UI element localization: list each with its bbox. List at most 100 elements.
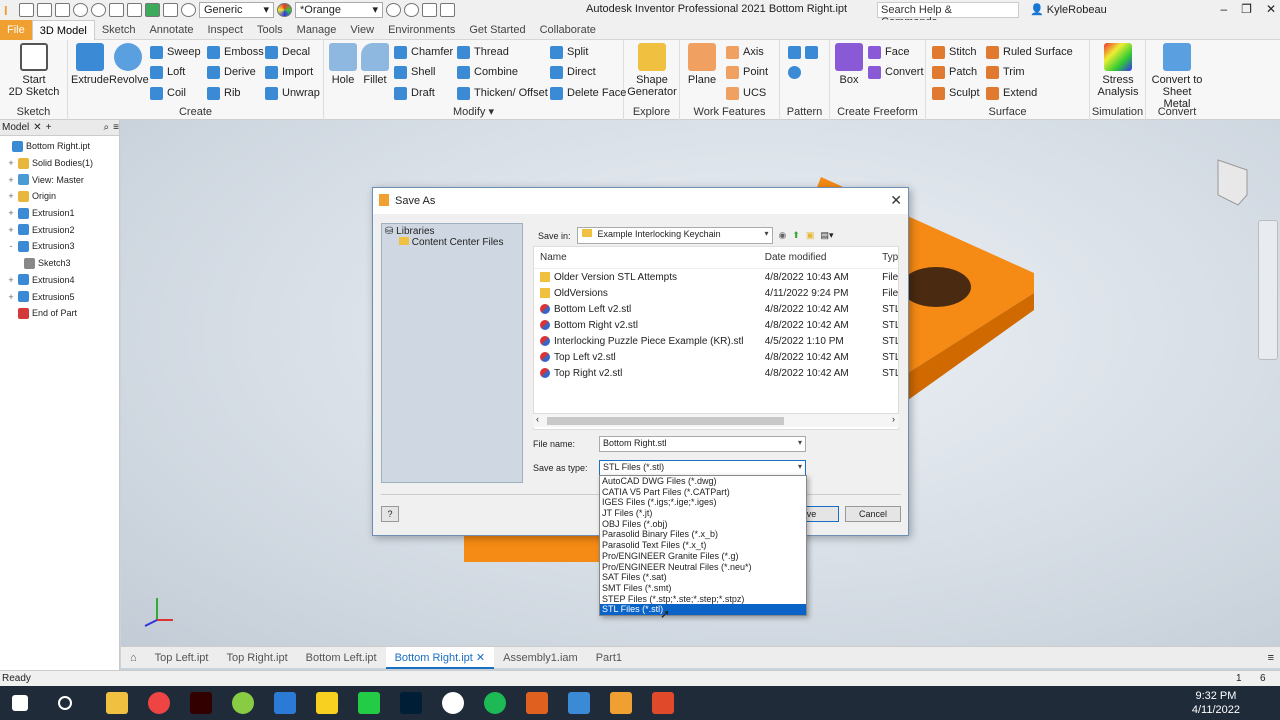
app-green-icon[interactable] xyxy=(232,692,254,714)
tab-file[interactable]: File xyxy=(0,19,32,40)
restore-icon[interactable]: ❐ xyxy=(1241,2,1252,16)
revolve-button[interactable]: Revolve xyxy=(109,43,149,86)
minimize-icon[interactable]: – xyxy=(1220,2,1227,16)
chamfer-button[interactable]: Chamfer xyxy=(394,44,453,60)
patch-button[interactable]: Patch xyxy=(932,64,977,80)
file-row[interactable]: Bottom Left v2.stl 4/8/2022 10:42 AM STL xyxy=(534,301,898,317)
file-row[interactable]: Top Left v2.stl 4/8/2022 10:42 AM STL xyxy=(534,349,898,365)
file-type-option[interactable]: STEP Files (*.stp;*.ste;*.step;*.stpz) xyxy=(600,594,806,605)
tree-item[interactable]: + Extrusion1 xyxy=(0,205,119,222)
delete-face-button[interactable]: Delete Face xyxy=(550,85,626,101)
trim-button[interactable]: Trim xyxy=(986,64,1025,80)
tree-item[interactable]: End of Part xyxy=(0,305,119,322)
doc-tab-bottom-right[interactable]: Bottom Right.ipt ✕ xyxy=(385,646,495,669)
move-icon[interactable] xyxy=(440,3,455,17)
convert-freeform-button[interactable]: Convert xyxy=(868,64,924,80)
column-name[interactable]: Name xyxy=(534,252,763,263)
file-explorer-icon[interactable] xyxy=(106,692,128,714)
update-icon[interactable] xyxy=(145,3,160,17)
derive-button[interactable]: Derive xyxy=(207,64,256,80)
modify-panel-label[interactable]: Modify ▾ xyxy=(324,105,623,118)
file-type-option[interactable]: Pro/ENGINEER Granite Files (*.g) xyxy=(600,551,806,562)
clock[interactable]: 9:32 PM 4/11/2022 xyxy=(1192,689,1240,717)
new-folder-icon[interactable]: ▣ xyxy=(806,230,815,241)
tree-item[interactable]: + Extrusion2 xyxy=(0,221,119,238)
tree-item[interactable]: + Solid Bodies(1) xyxy=(0,155,119,172)
column-date[interactable]: Date modified xyxy=(763,252,882,263)
calculator-icon[interactable] xyxy=(274,692,296,714)
tabs-menu-icon[interactable]: ≡ xyxy=(1268,652,1274,664)
clear-appearance-icon[interactable] xyxy=(386,3,401,17)
sculpt-button[interactable]: Sculpt xyxy=(932,85,980,101)
dialog-close-icon[interactable]: ✕ xyxy=(890,192,902,209)
tree-item[interactable]: + Origin xyxy=(0,188,119,205)
coil-button[interactable]: Coil xyxy=(150,85,186,101)
photoshop-icon[interactable] xyxy=(400,692,422,714)
draft-button[interactable]: Draft xyxy=(394,85,435,101)
viewcube-icon[interactable] xyxy=(1217,159,1248,206)
file-type-option[interactable]: OBJ Files (*.obj) xyxy=(600,519,806,530)
redo-icon[interactable] xyxy=(91,3,106,17)
tree-item[interactable]: Sketch3 xyxy=(0,255,119,272)
decal-button[interactable]: Decal xyxy=(265,44,310,60)
inventor-taskbar-icon[interactable] xyxy=(610,692,632,714)
help-search-input[interactable]: Search Help & Commands... xyxy=(877,2,1019,28)
extend-button[interactable]: Extend xyxy=(986,85,1037,101)
illustrator-icon[interactable] xyxy=(190,692,212,714)
box-button[interactable]: Box xyxy=(832,43,866,86)
tab-manage[interactable]: Manage xyxy=(290,20,344,40)
expand-icon[interactable]: + xyxy=(7,175,15,185)
doc-tab-top-right[interactable]: Top Right.ipt xyxy=(217,647,296,669)
cancel-button[interactable]: Cancel xyxy=(845,506,901,522)
sweep-button[interactable]: Sweep xyxy=(150,44,201,60)
plane-button[interactable]: Plane xyxy=(682,43,722,86)
expand-icon[interactable]: + xyxy=(7,158,15,168)
app-orange-icon[interactable] xyxy=(526,692,548,714)
app-red-icon[interactable] xyxy=(652,692,674,714)
tree-item[interactable]: + View: Master xyxy=(0,171,119,188)
expand-icon[interactable]: + xyxy=(7,292,15,302)
home-icon[interactable] xyxy=(109,3,124,17)
file-type-option[interactable]: IGES Files (*.igs;*.ige;*.iges) xyxy=(600,497,806,508)
file-type-option[interactable]: SAT Files (*.sat) xyxy=(600,572,806,583)
file-type-option[interactable]: AutoCAD DWG Files (*.dwg) xyxy=(600,476,806,487)
windows-start-icon[interactable] xyxy=(12,695,28,711)
chrome-icon[interactable] xyxy=(148,692,170,714)
back-icon[interactable]: ◉ xyxy=(779,230,787,241)
sticky-notes-icon[interactable] xyxy=(316,692,338,714)
material-icon[interactable] xyxy=(181,3,196,17)
split-button[interactable]: Split xyxy=(550,44,588,60)
undo-icon[interactable] xyxy=(73,3,88,17)
open-icon[interactable] xyxy=(37,3,52,17)
return-icon[interactable] xyxy=(127,3,142,17)
content-center-item[interactable]: Content Center Files xyxy=(385,237,519,248)
doc-tab-top-left[interactable]: Top Left.ipt xyxy=(146,647,218,669)
file-type-option[interactable]: CATIA V5 Part Files (*.CATPart) xyxy=(600,487,806,498)
rib-button[interactable]: Rib xyxy=(207,85,241,101)
ucs-button[interactable]: UCS xyxy=(726,85,766,101)
up-folder-icon[interactable]: ⬆ xyxy=(792,230,800,241)
extrude-button[interactable]: Extrude xyxy=(71,43,109,86)
app-blue-icon[interactable] xyxy=(568,692,590,714)
file-name-input[interactable]: Bottom Right.stl ▾ xyxy=(599,436,806,452)
tab-environments[interactable]: Environments xyxy=(381,20,462,40)
search-icon[interactable] xyxy=(58,696,72,710)
start-sketch-button[interactable]: Start 2D Sketch xyxy=(8,43,60,98)
file-type-option[interactable]: STL Files (*.stl) xyxy=(600,604,806,615)
add-browser-icon[interactable]: + xyxy=(46,122,52,133)
thread-button[interactable]: Thread xyxy=(457,44,509,60)
convert-sheet-metal-button[interactable]: Convert to Sheet Metal xyxy=(1148,43,1206,110)
fillet-button[interactable]: Fillet xyxy=(359,43,391,86)
tab-collaborate[interactable]: Collaborate xyxy=(533,20,603,40)
scrollbar-thumb[interactable] xyxy=(547,417,784,425)
close-browser-icon[interactable]: ✕ xyxy=(33,122,41,133)
doc-tab-bottom-left[interactable]: Bottom Left.ipt xyxy=(297,647,386,669)
shell-button[interactable]: Shell xyxy=(394,64,435,80)
rectangular-pattern-button[interactable] xyxy=(788,44,818,60)
tab-view[interactable]: View xyxy=(343,20,381,40)
file-row[interactable]: Bottom Right v2.stl 4/8/2022 10:42 AM STL xyxy=(534,317,898,333)
doc-tab-assembly1[interactable]: Assembly1.iam xyxy=(494,647,587,669)
file-row[interactable]: Interlocking Puzzle Piece Example (KR).s… xyxy=(534,333,898,349)
file-row[interactable]: Top Right v2.stl 4/8/2022 10:42 AM STL xyxy=(534,365,898,381)
stitch-button[interactable]: Stitch xyxy=(932,44,977,60)
